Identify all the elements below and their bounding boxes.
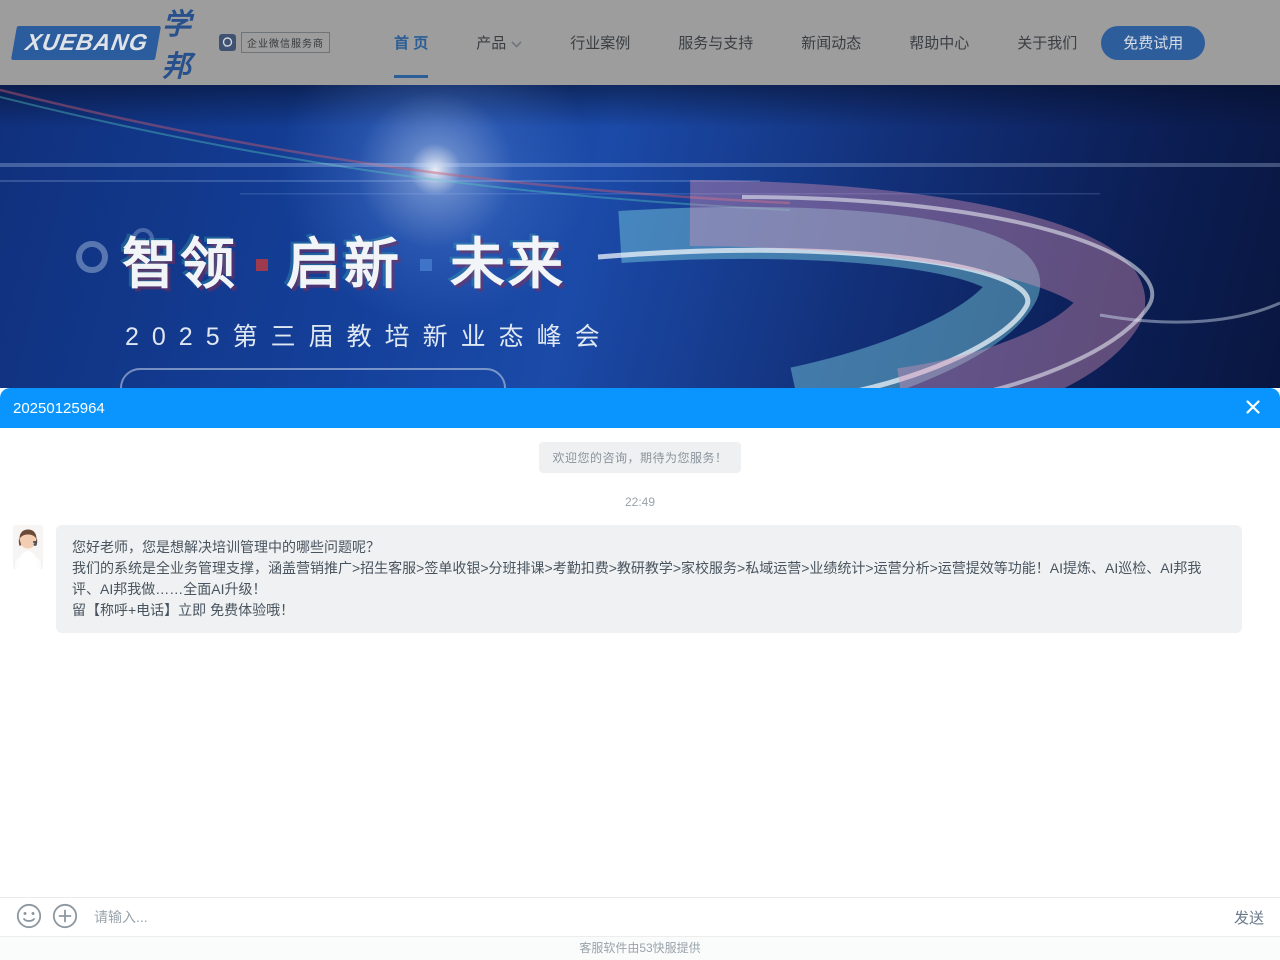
nav-item-cases[interactable]: 行业案例	[546, 0, 654, 85]
chat-message: 您好老师，您是想解决培训管理中的哪些问题呢？ 我们的系统是全业务管理支撑，涵盖营…	[13, 525, 1242, 633]
chat-close-button[interactable]	[1239, 394, 1267, 422]
chat-header: 20250125964	[0, 388, 1280, 428]
message-bubble: 您好老师，您是想解决培训管理中的哪些问题呢？ 我们的系统是全业务管理支撑，涵盖营…	[56, 525, 1242, 633]
banner-outline-box	[120, 368, 506, 388]
banner-title-part: 智领	[122, 237, 238, 292]
nav-item-support[interactable]: 服务与支持	[654, 0, 777, 85]
banner-title: 智领 启新 未来	[122, 237, 566, 292]
banner-title-part: 未来	[450, 237, 566, 292]
close-icon	[1245, 399, 1261, 418]
title-separator-red	[256, 259, 268, 271]
page: XUEBANG 学邦 企业微信服务商 首 页 产品	[0, 0, 1280, 960]
chat-body: 欢迎您的咨询，期待为您服务！ 22:49	[0, 428, 1280, 633]
banner-title-part: 启新	[286, 237, 402, 292]
wechat-icon	[219, 34, 236, 51]
logo[interactable]: XUEBANG 学邦	[14, 1, 193, 85]
message-paragraph: 我们的系统是全业务管理支撑，涵盖营销推广>招生客服>签单收银>分班排课>考勤扣费…	[72, 558, 1226, 600]
logo-mark: XUEBANG	[11, 26, 161, 60]
site-header: XUEBANG 学邦 企业微信服务商 首 页 产品	[0, 0, 1280, 85]
main-nav: 首 页 产品 行业案例 服务与支持 新闻动态 帮助中心 关于	[370, 0, 1101, 85]
active-underline	[394, 75, 428, 78]
attachment-button[interactable]	[50, 902, 80, 932]
nav-item-home[interactable]: 首 页	[370, 0, 452, 85]
plus-icon	[52, 903, 78, 932]
nav-item-about[interactable]: 关于我们	[993, 0, 1101, 85]
nav-label: 产品	[476, 32, 506, 53]
emoji-icon	[16, 903, 42, 932]
chat-session-id: 20250125964	[13, 400, 105, 417]
chat-footer: 客服软件由53快服提供	[0, 936, 1280, 960]
chat-widget: 20250125964 欢迎您的咨询，期待为您服务！ 22:49	[0, 388, 1280, 960]
send-button[interactable]: 发送	[1232, 907, 1266, 928]
banner-subtitle: 2025第三届教培新业态峰会	[125, 317, 613, 353]
nav-label: 关于我们	[1017, 32, 1077, 53]
wechat-partner-badge: 企业微信服务商	[219, 32, 330, 53]
message-paragraph: 您好老师，您是想解决培训管理中的哪些问题呢？	[72, 537, 1226, 558]
title-separator-blue	[420, 259, 432, 271]
nav-label: 帮助中心	[909, 32, 969, 53]
nav-label: 行业案例	[570, 32, 630, 53]
emoji-button[interactable]	[14, 902, 44, 932]
nav-label: 服务与支持	[678, 32, 753, 53]
wechat-partner-label: 企业微信服务商	[241, 32, 330, 53]
chat-input-bar: 发送	[0, 897, 1280, 936]
chevron-down-icon	[511, 35, 522, 52]
nav-item-news[interactable]: 新闻动态	[777, 0, 885, 85]
nav-item-help[interactable]: 帮助中心	[885, 0, 993, 85]
chat-timestamp: 22:49	[0, 495, 1280, 509]
free-trial-button[interactable]: 免费试用	[1101, 26, 1205, 60]
nav-label: 首 页	[394, 32, 428, 53]
message-paragraph: 留【称呼+电话】立即 免费体验哦！	[72, 600, 1226, 621]
nav-item-products[interactable]: 产品	[452, 0, 546, 85]
hero-banner: 智领 启新 未来 2025第三届教培新业态峰会	[0, 85, 1280, 388]
agent-avatar	[13, 525, 43, 569]
nav-label: 新闻动态	[801, 32, 861, 53]
welcome-pill: 欢迎您的咨询，期待为您服务！	[539, 442, 740, 473]
chat-input[interactable]	[94, 909, 1232, 925]
logo-text-cn: 学邦	[162, 1, 193, 85]
logo-text-en: XUEBANG	[24, 29, 151, 56]
